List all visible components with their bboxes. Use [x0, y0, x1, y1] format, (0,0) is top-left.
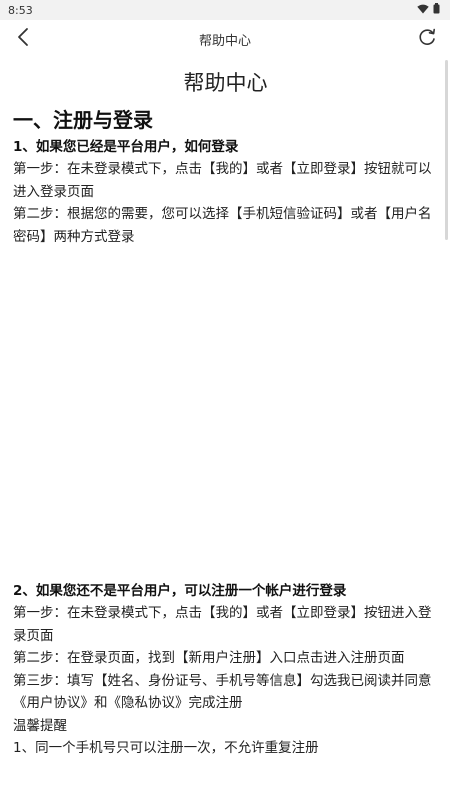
question-1-step-1: 第一步：在未登录模式下，点击【我的】或者【立即登录】按钮就可以进入登录页面 — [13, 161, 432, 200]
question-2-step-1: 第一步：在未登录模式下，点击【我的】或者【立即登录】按钮进入登录页面 — [13, 605, 432, 644]
back-button[interactable] — [12, 28, 34, 50]
tips-heading: 温馨提醒 — [13, 717, 67, 734]
status-time: 8:53 — [8, 3, 33, 17]
help-content[interactable]: 帮助中心 一、注册与登录 1、如果您已经是平台用户，如何登录 第一步：在未登录模… — [0, 58, 450, 800]
refresh-icon — [417, 27, 437, 51]
tip-1: 1、同一个手机号只可以注册一次，不允许重复注册 — [13, 740, 319, 756]
refresh-button[interactable] — [416, 28, 438, 50]
document-title: 帮助中心 — [183, 71, 268, 95]
battery-icon — [433, 3, 440, 17]
chevron-left-icon — [16, 27, 30, 51]
section-heading-register-login: 一、注册与登录 — [13, 108, 153, 132]
question-2-step-3: 第三步：填写【姓名、身份证号、手机号等信息】勾选我已阅读并同意《用户协议》和《隐… — [13, 672, 432, 712]
blank-area — [13, 248, 438, 578]
scrollbar-thumb[interactable] — [445, 60, 448, 240]
status-bar: 8:53 — [0, 0, 450, 20]
question-2-title: 2、如果您还不是平台用户，可以注册一个帐户进行登录 — [13, 583, 347, 599]
status-icons — [417, 3, 440, 17]
question-2-step-2: 第二步：在登录页面，找到【新用户注册】入口点击进入注册页面 — [13, 650, 405, 666]
app-bar: 帮助中心 — [0, 20, 450, 58]
question-1-title: 1、如果您已经是平台用户，如何登录 — [13, 139, 239, 155]
page-title: 帮助中心 — [198, 33, 251, 49]
wifi-icon — [417, 4, 429, 17]
question-1-step-2: 第二步：根据您的需要，您可以选择【手机短信验证码】或者【用户名密码】两种方式登录 — [13, 206, 432, 245]
